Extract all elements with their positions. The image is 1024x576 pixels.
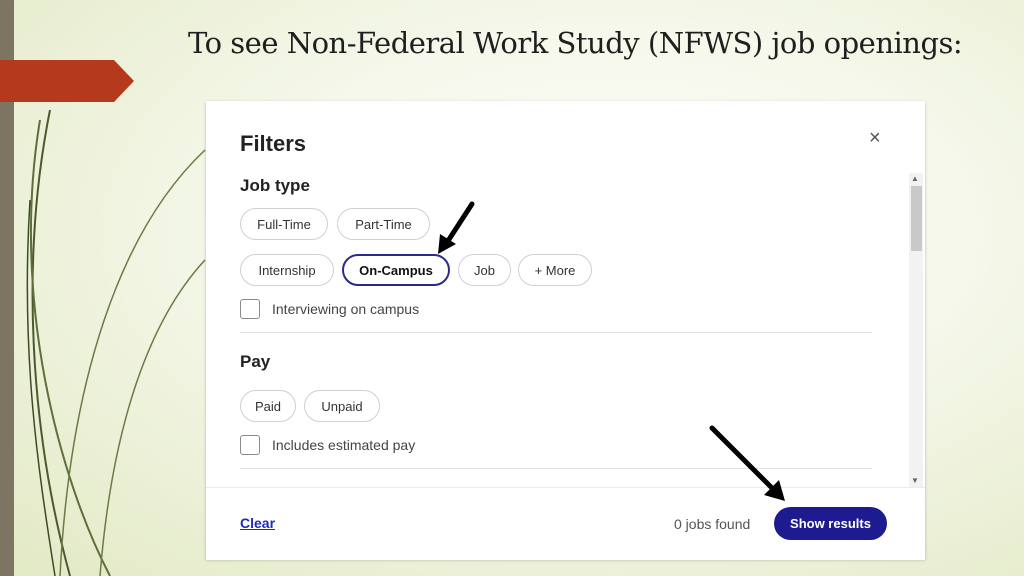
includes-estimated-pay-checkbox[interactable] [240,435,260,455]
pointer-arrow-icon [709,425,785,501]
job-type-heading: Job type [240,176,310,195]
pay-heading: Pay [240,352,271,371]
chip-unpaid[interactable]: Unpaid [304,390,380,422]
interviewing-on-campus-option[interactable]: Interviewing on campus [240,299,419,319]
chip-more[interactable]: + More [518,254,592,286]
includes-estimated-pay-label: Includes estimated pay [272,437,416,453]
show-results-button[interactable]: Show results [774,507,887,540]
chip-job[interactable]: Job [458,254,511,286]
filters-title: Filters [240,131,307,156]
scroll-up-icon[interactable]: ▲ [911,174,919,183]
scrollbar-thumb[interactable] [911,186,922,251]
slide-title: To see Non-Federal Work Study (NFWS) job… [188,26,963,60]
chip-full-time[interactable]: Full-Time [240,208,328,240]
chip-internship[interactable]: Internship [240,254,334,286]
chip-part-time[interactable]: Part-Time [337,208,430,240]
accent-arrow-shape [0,60,134,102]
pointer-arrow-icon [438,201,475,254]
divider [240,332,872,333]
close-icon[interactable]: × [869,127,881,150]
interviewing-on-campus-checkbox[interactable] [240,299,260,319]
scroll-down-icon[interactable]: ▼ [911,476,919,485]
interviewing-on-campus-label: Interviewing on campus [272,301,420,317]
chip-paid[interactable]: Paid [240,390,296,422]
includes-estimated-pay-option[interactable]: Includes estimated pay [240,435,415,455]
chip-on-campus[interactable]: On-Campus [342,254,450,286]
filters-panel: Filters × Job type Full-Time Part-Time I… [206,101,925,560]
clear-link[interactable]: Clear [240,515,275,531]
filters-footer: Clear 0 jobs found Show results [206,487,925,560]
jobs-found-count: 0 jobs found [674,516,751,532]
